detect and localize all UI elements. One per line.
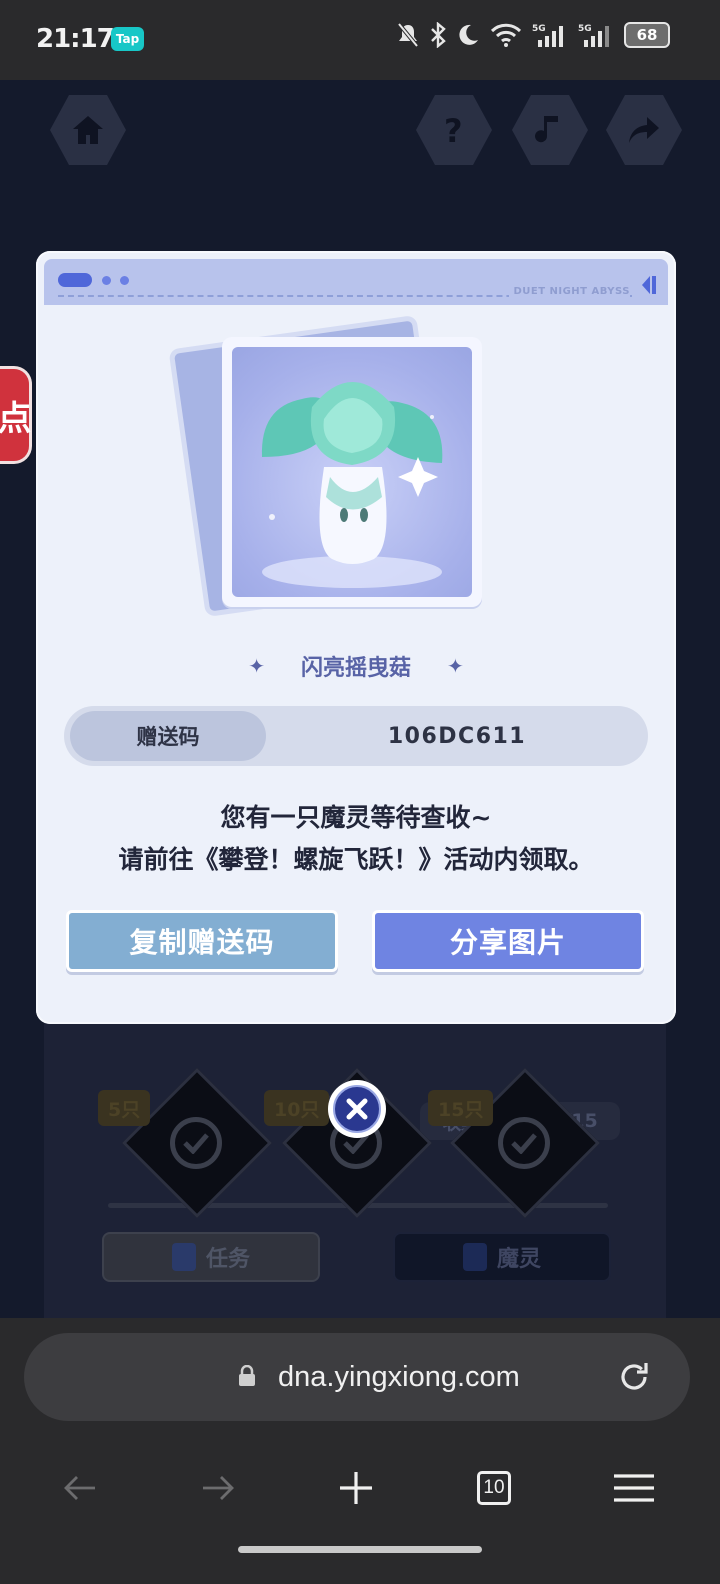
milestone-label-10: 10只 <box>264 1090 330 1126</box>
arrow-left-icon <box>64 1476 95 1500</box>
hamburger-menu-icon <box>614 1474 654 1502</box>
svg-text:?: ? <box>444 112 463 148</box>
spirit-icon <box>462 1243 487 1271</box>
message-line-2: 请前往《攀登！螺旋飞跃！》活动内领取。 <box>118 845 594 874</box>
check-circle-icon <box>498 1117 550 1169</box>
task-icon <box>171 1243 196 1271</box>
spirit-name-row: ✦ 闪亮摇曳菇 ✦ <box>36 651 676 681</box>
sparkle-icon: ✦ <box>248 654 265 678</box>
status-bar: 21:17 Tap 5G 5G 68 <box>0 0 720 80</box>
share-arrow-icon[interactable] <box>606 95 682 165</box>
milestone-label-5: 5只 <box>98 1090 151 1126</box>
arrow-right-icon <box>203 1476 234 1500</box>
spirit-card <box>222 337 482 607</box>
music-icon[interactable] <box>512 95 588 165</box>
svg-text:5G: 5G <box>532 24 546 34</box>
battery-indicator: 68 <box>624 22 670 48</box>
tab-spirit-label: 魔灵 <box>496 1247 541 1272</box>
signal-5g-icon-2: 5G <box>578 24 609 47</box>
header-dot <box>120 276 129 285</box>
sparkle-icon: ✦ <box>447 654 464 678</box>
message-line-1: 您有一只魔灵等待查收~ <box>220 803 492 832</box>
signal-5g-icon: 5G <box>532 24 563 47</box>
milestone-label-15: 15只 <box>428 1090 494 1126</box>
header-brand: DUET NIGHT ABYSS <box>509 286 630 297</box>
lock-icon <box>239 1365 255 1386</box>
reload-icon[interactable] <box>616 1359 652 1395</box>
forward-button[interactable] <box>188 1458 248 1518</box>
tab-spirit[interactable]: 魔灵 <box>393 1232 611 1282</box>
svg-text:5G: 5G <box>578 24 592 34</box>
gift-code-label: 赠送码 <box>70 711 266 761</box>
wifi-icon <box>490 23 522 47</box>
mute-bell-icon <box>397 22 419 48</box>
close-icon <box>333 1085 381 1133</box>
tabs-button[interactable]: 10 <box>464 1458 524 1518</box>
back-button[interactable] <box>50 1458 110 1518</box>
browser-nav-row: 10 <box>0 1458 720 1518</box>
menu-button[interactable] <box>604 1458 664 1518</box>
address-bar[interactable]: dna.yingxiong.com <box>24 1333 690 1421</box>
header-arrow-icon <box>642 276 656 294</box>
close-button[interactable] <box>328 1080 386 1138</box>
gift-code-modal: DUET NIGHT ABYSS ✦ 闪亮摇曳菇 ✦ 赠送码 106DC611 … <box>36 251 676 1024</box>
taptap-notification-icon: Tap <box>111 27 144 51</box>
tab-task-label: 任务 <box>205 1247 250 1272</box>
bluetooth-icon <box>431 22 446 48</box>
header-dot <box>102 276 111 285</box>
modal-header: DUET NIGHT ABYSS <box>44 259 668 305</box>
check-circle-icon <box>170 1117 222 1169</box>
new-tab-button[interactable] <box>326 1458 386 1518</box>
plus-icon <box>340 1472 372 1504</box>
header-decoration <box>58 273 92 287</box>
moon-icon <box>459 24 478 45</box>
tab-count: 10 <box>477 1471 511 1505</box>
copy-code-button[interactable]: 复制赠送码 <box>66 910 338 972</box>
help-icon[interactable]: ? <box>416 95 492 165</box>
url-text: dna.yingxiong.com <box>278 1360 520 1393</box>
browser-toolbar: dna.yingxiong.com 10 <box>0 1318 720 1584</box>
share-image-button[interactable]: 分享图片 <box>372 910 644 972</box>
spirit-card-art <box>232 347 472 597</box>
gift-code-value[interactable]: 106DC611 <box>266 706 648 766</box>
gift-code-bar: 赠送码 106DC611 <box>64 706 648 766</box>
home-indicator[interactable] <box>238 1546 482 1553</box>
status-time: 21:17 <box>36 24 115 54</box>
mushroom-spirit-illustration <box>261 382 443 588</box>
status-icons: 5G 5G 68 <box>396 22 670 48</box>
home-icon[interactable] <box>50 95 126 165</box>
tab-task[interactable]: 任务 <box>102 1232 320 1282</box>
spirit-name: 闪亮摇曳菇 <box>300 656 411 681</box>
side-event-tag[interactable]: 点 <box>0 366 32 464</box>
